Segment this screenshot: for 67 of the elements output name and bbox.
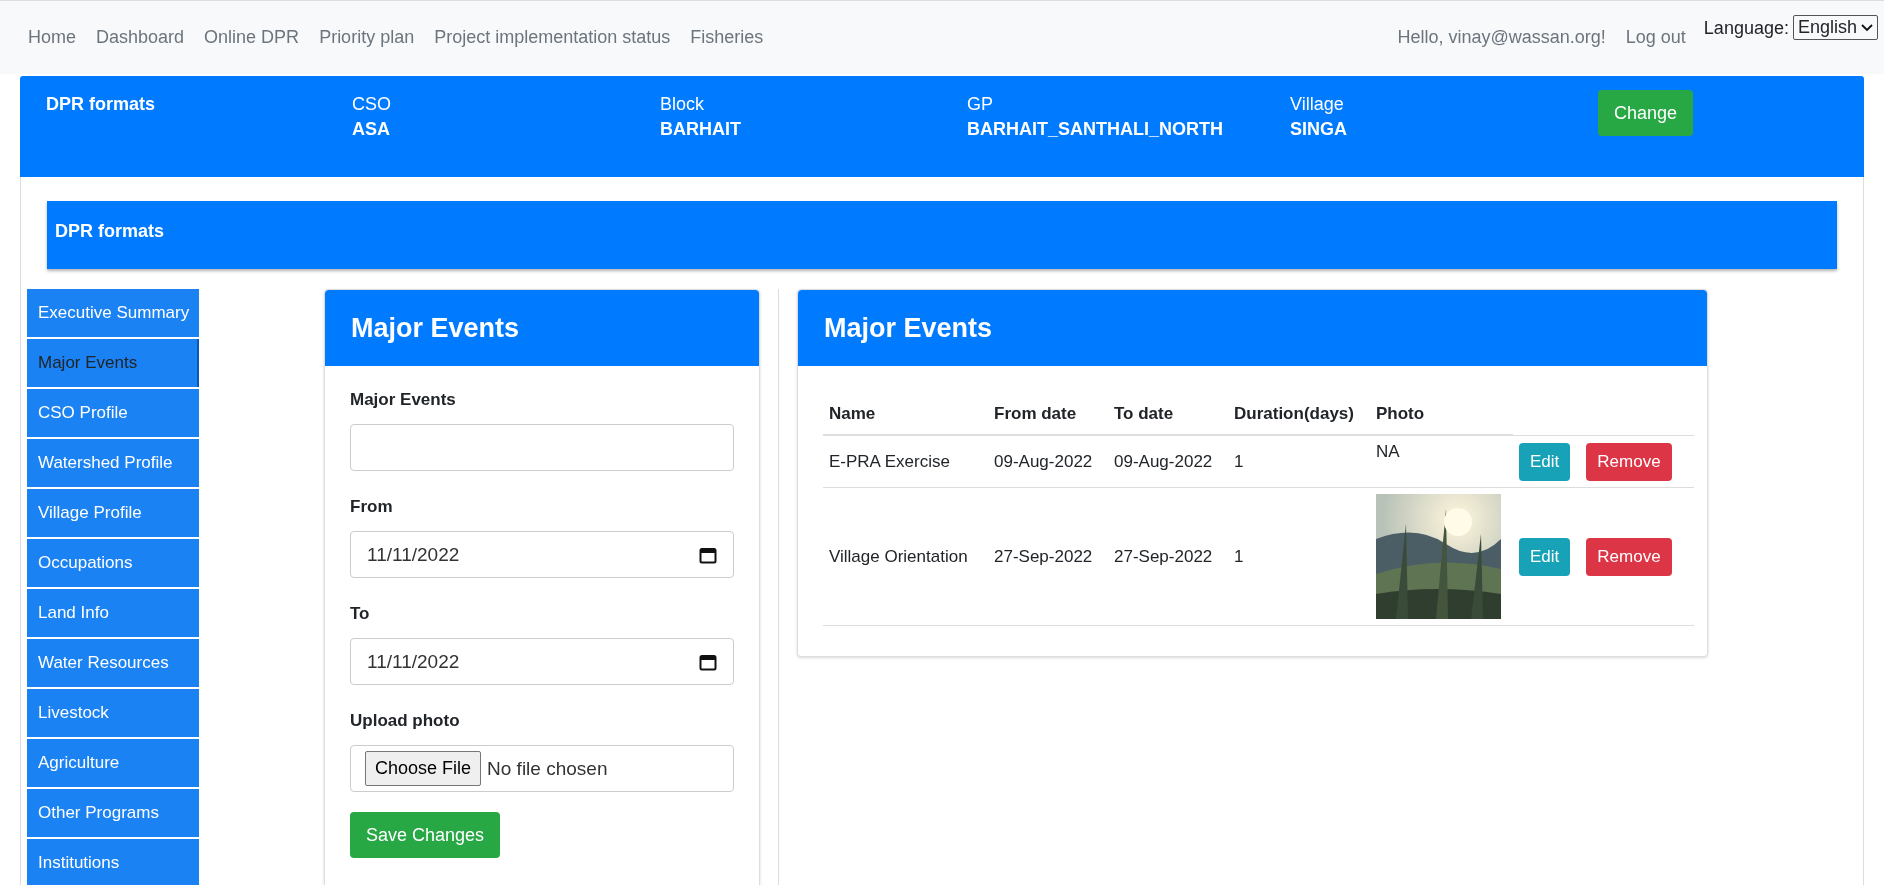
table-cell: 09-Aug-2022 (1108, 436, 1228, 488)
field-label: Major Events (350, 390, 457, 410)
field-label: CSO (352, 94, 392, 115)
chevron-icon (1861, 23, 1873, 32)
column-header: Duration(days) (1228, 394, 1370, 436)
sidebar-item[interactable]: Major Events (27, 339, 199, 387)
field-value: ASA (352, 119, 391, 140)
date-field[interactable]: 11/11/2022 (350, 638, 734, 685)
field-label: Upload photo (350, 711, 461, 731)
sidebar-item[interactable]: Institutions (27, 839, 199, 885)
sidebar-item[interactable]: Land Info (27, 589, 199, 637)
save-button[interactable]: Save Changes (350, 812, 501, 858)
field-label: Village (1290, 94, 1345, 115)
logout-link[interactable]: Log out (1615, 27, 1696, 48)
table-cell: NA (1370, 436, 1513, 488)
field-value: BARHAIT (660, 119, 742, 140)
sidebar-item[interactable]: Agriculture (27, 739, 199, 787)
sidebar-item[interactable]: Watershed Profile (27, 439, 199, 487)
nav-link[interactable]: Fisheries (680, 27, 774, 48)
column-header: From date (988, 394, 1108, 436)
table-cell: 09-Aug-2022 (988, 436, 1108, 488)
nav-link[interactable]: Priority plan (309, 27, 425, 48)
section-bar: DPR formats (47, 201, 1837, 269)
card-title: Major Events (325, 290, 759, 366)
nav-link[interactable]: Project implementation status (424, 27, 681, 48)
sidebar-item[interactable]: Water Resources (27, 639, 199, 687)
field-label: To (350, 604, 371, 624)
sidebar-item[interactable]: Other Programs (27, 789, 199, 837)
sidebar-item[interactable]: Village Profile (27, 489, 199, 537)
calendar-icon[interactable] (699, 652, 717, 671)
table-cell: 1 (1228, 436, 1370, 488)
edit-button[interactable]: Edit (1519, 537, 1571, 576)
remove-button[interactable]: Remove (1586, 442, 1672, 481)
sidebar-item[interactable]: Executive Summary (27, 289, 199, 337)
column-header: To date (1108, 394, 1228, 436)
nav-link[interactable]: Dashboard (86, 27, 195, 48)
greeting-text: Hello, vinay@wassan.org! (1396, 27, 1607, 48)
field-label: From (350, 497, 394, 517)
context-title: DPR formats (46, 94, 157, 116)
change-button[interactable]: Change (1598, 90, 1694, 136)
table-cell: E-PRA Exercise (823, 436, 988, 488)
edit-button[interactable]: Edit (1519, 442, 1571, 481)
table-cell: 27-Sep-2022 (1108, 488, 1228, 626)
language-label: Language: (1703, 18, 1789, 39)
remove-button[interactable]: Remove (1586, 537, 1672, 576)
sidebar-item[interactable]: Occupations (27, 539, 199, 587)
calendar-icon[interactable] (699, 545, 717, 564)
file-status: No file chosen (487, 757, 608, 780)
field-value: BARHAIT_SANTHALI_NORTH (967, 119, 1224, 140)
nav-link[interactable]: Online DPR (194, 27, 310, 48)
sidebar-item[interactable]: CSO Profile (27, 389, 199, 437)
date-field[interactable]: 11/11/2022 (350, 531, 734, 578)
field-value: SINGA (1290, 119, 1348, 140)
field-label: GP (967, 94, 994, 115)
choose-file-button[interactable]: Choose File (365, 751, 482, 786)
nav-link[interactable]: Home (18, 27, 86, 48)
card-title: Major Events (798, 290, 1707, 366)
column-header: Photo (1370, 394, 1513, 436)
text-field[interactable] (350, 424, 734, 471)
file-field[interactable]: Choose File No file chosen (350, 745, 734, 792)
field-label: Block (660, 94, 705, 115)
table-cell: 1 (1228, 488, 1370, 626)
language-select[interactable]: English (1792, 15, 1878, 40)
table-cell: 27-Sep-2022 (988, 488, 1108, 626)
table-cell: Village Orientation (823, 488, 988, 626)
sidebar-item[interactable]: Livestock (27, 689, 199, 737)
column-header: Name (823, 394, 988, 436)
